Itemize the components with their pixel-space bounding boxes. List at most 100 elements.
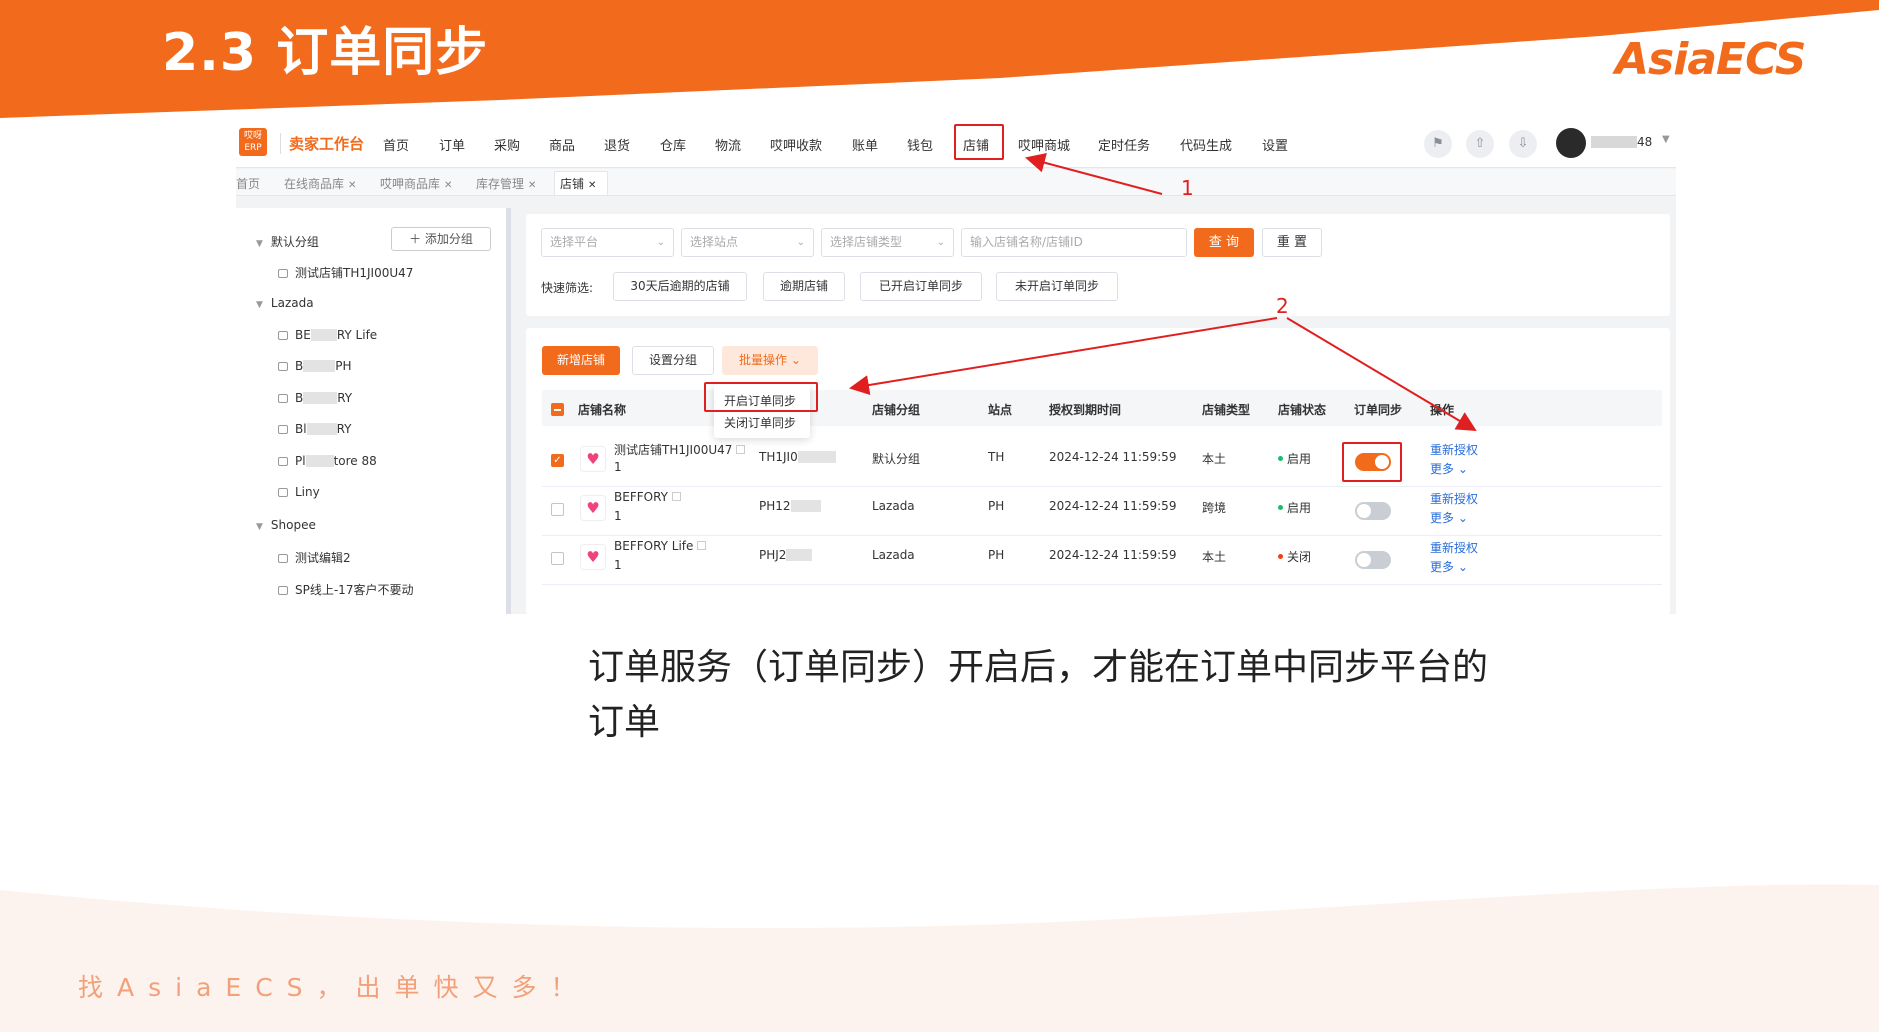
tree-item-shop[interactable]: Liny bbox=[278, 485, 320, 499]
chevron-down-icon: ⌄ bbox=[1457, 511, 1468, 525]
shop-name[interactable]: BEFFORY bbox=[614, 490, 681, 504]
tree-group-lazada[interactable]: ▼ Lazada bbox=[256, 296, 314, 310]
upload-icon[interactable]: ⇧ bbox=[1466, 130, 1494, 158]
tree-item-shop[interactable]: BE RY Life bbox=[278, 328, 377, 342]
nav-payment[interactable]: 哎呷收款 bbox=[770, 135, 822, 154]
download-icon[interactable]: ⇩ bbox=[1509, 130, 1537, 158]
tab-online-products[interactable]: 在线商品库 ✕ bbox=[284, 175, 356, 192]
close-icon[interactable]: ✕ bbox=[588, 180, 596, 191]
copy-icon[interactable] bbox=[671, 492, 681, 501]
caret-down-icon[interactable]: ▼ bbox=[256, 522, 263, 532]
sidebar-scrollbar[interactable] bbox=[506, 208, 511, 614]
tree-item-shop[interactable]: Bl RY bbox=[278, 422, 351, 436]
tree-group-default[interactable]: ▼ 默认分组 bbox=[256, 233, 319, 250]
quick-filter-expiring[interactable]: 30天后逾期的店铺 bbox=[613, 272, 747, 301]
group-label: 默认分组 bbox=[270, 235, 319, 249]
shop-type-select[interactable]: 选择店铺类型 ⌄ bbox=[821, 228, 954, 257]
shop-site: PH bbox=[988, 499, 1005, 513]
search-input[interactable]: 输入店铺名称/店铺ID bbox=[961, 228, 1187, 257]
row-checkbox[interactable] bbox=[551, 503, 564, 516]
tree-item-shop[interactable]: B RY bbox=[278, 391, 352, 405]
copy-icon[interactable] bbox=[736, 445, 746, 454]
toggle-knob bbox=[1357, 504, 1371, 518]
nav-home[interactable]: 首页 bbox=[383, 135, 409, 154]
close-icon[interactable]: ✕ bbox=[444, 180, 452, 191]
quick-filter-label: 快速筛选: bbox=[541, 281, 594, 295]
shop-label-b: PH bbox=[335, 359, 352, 373]
nav-bills[interactable]: 账单 bbox=[852, 135, 878, 154]
tree-item-shop[interactable]: SP线上-17客户不要动 bbox=[278, 581, 413, 598]
quick-filter-sync-on[interactable]: 已开启订单同步 bbox=[860, 272, 982, 301]
order-sync-toggle[interactable] bbox=[1355, 502, 1391, 520]
avatar[interactable] bbox=[1556, 128, 1586, 158]
nav-warehouse[interactable]: 仓库 bbox=[660, 135, 686, 154]
row-checkbox[interactable] bbox=[551, 552, 564, 565]
reauthorize-link[interactable]: 重新授权 bbox=[1430, 490, 1478, 507]
nav-returns[interactable]: 退货 bbox=[604, 135, 630, 154]
nav-wallet[interactable]: 钱包 bbox=[907, 135, 933, 154]
nav-logistics[interactable]: 物流 bbox=[715, 135, 741, 154]
shop-type-placeholder: 选择店铺类型 bbox=[830, 235, 903, 249]
redaction bbox=[310, 329, 337, 341]
reset-button[interactable]: 重 置 bbox=[1262, 228, 1322, 257]
nav-scheduled-tasks[interactable]: 定时任务 bbox=[1098, 135, 1150, 154]
tab-home[interactable]: 首页 bbox=[236, 175, 260, 192]
slide: 2.3 订单同步 AsiaECS 找AsiaECS，出单快又多！ 订单服务（订单… bbox=[0, 0, 1879, 1032]
shop-status: 关闭 bbox=[1278, 548, 1311, 565]
platform-select[interactable]: 选择平台 ⌄ bbox=[541, 228, 674, 257]
set-group-button[interactable]: 设置分组 bbox=[632, 346, 714, 375]
select-all-checkbox[interactable] bbox=[551, 403, 564, 416]
megaphone-icon[interactable]: ⚑ bbox=[1424, 130, 1452, 158]
tab-label: 店铺 bbox=[560, 177, 585, 191]
add-group-label: 添加分组 bbox=[424, 232, 473, 246]
quick-filter-sync-off[interactable]: 未开启订单同步 bbox=[996, 272, 1118, 301]
more-link[interactable]: 更多 ⌄ bbox=[1430, 558, 1468, 575]
quick-filter-expired[interactable]: 逾期店铺 bbox=[763, 272, 845, 301]
add-group-button[interactable]: ＋ 添加分组 bbox=[391, 227, 491, 251]
copy-icon[interactable] bbox=[697, 541, 707, 550]
reauthorize-link[interactable]: 重新授权 bbox=[1430, 539, 1478, 556]
nav-settings[interactable]: 设置 bbox=[1262, 135, 1288, 154]
shop-label-a: BE bbox=[295, 328, 311, 342]
reauthorize-link[interactable]: 重新授权 bbox=[1430, 441, 1478, 458]
close-icon[interactable]: ✕ bbox=[528, 180, 536, 191]
username-suffix[interactable]: 48 bbox=[1637, 135, 1652, 149]
site-select[interactable]: 选择站点 ⌄ bbox=[681, 228, 814, 257]
more-link[interactable]: 更多 ⌄ bbox=[1430, 460, 1468, 477]
caret-down-icon[interactable]: ▼ bbox=[256, 300, 263, 310]
tab-inventory[interactable]: 库存管理 ✕ bbox=[476, 175, 536, 192]
nav-mall[interactable]: 哎呷商城 bbox=[1018, 135, 1070, 154]
shop-label: 测试店铺TH1JI00U47 bbox=[295, 266, 414, 280]
row-checkbox[interactable]: ✓ bbox=[551, 454, 564, 467]
batch-operation-button[interactable]: 批量操作 ⌄ bbox=[722, 346, 818, 375]
redaction bbox=[306, 423, 337, 435]
nav-purchase[interactable]: 采购 bbox=[494, 135, 520, 154]
group-label: Lazada bbox=[270, 296, 314, 310]
row-divider bbox=[542, 535, 1662, 536]
close-icon[interactable]: ✕ bbox=[348, 180, 356, 191]
add-shop-button[interactable]: 新增店铺 bbox=[542, 346, 620, 375]
caret-down-icon[interactable]: ▼ bbox=[256, 239, 263, 249]
tree-item-shop[interactable]: 测试编辑2 bbox=[278, 549, 351, 566]
chevron-down-icon[interactable]: ▼ bbox=[1662, 134, 1670, 145]
order-sync-toggle[interactable] bbox=[1355, 551, 1391, 569]
shop-name[interactable]: 测试店铺TH1JI00U47 bbox=[614, 441, 746, 458]
expire-time: 2024-12-24 11:59:59 bbox=[1049, 548, 1177, 562]
shop-label-a: Bl bbox=[295, 422, 307, 436]
tab-mall-products[interactable]: 哎呷商品库 ✕ bbox=[380, 175, 452, 192]
shop-name-text: BEFFORY bbox=[614, 490, 668, 504]
nav-products[interactable]: 商品 bbox=[549, 135, 575, 154]
th-group: 店铺分组 bbox=[872, 403, 921, 417]
nav-orders[interactable]: 订单 bbox=[439, 135, 465, 154]
shop-label-b: RY bbox=[337, 391, 353, 405]
nav-code-gen[interactable]: 代码生成 bbox=[1180, 135, 1232, 154]
query-button[interactable]: 查 询 bbox=[1194, 228, 1254, 257]
tree-item-shop[interactable]: 测试店铺TH1JI00U47 bbox=[278, 264, 413, 281]
more-link[interactable]: 更多 ⌄ bbox=[1430, 509, 1468, 526]
tree-item-shop[interactable]: B PH bbox=[278, 359, 352, 373]
tree-group-shopee[interactable]: ▼ Shopee bbox=[256, 518, 316, 532]
menu-disable-order-sync[interactable]: 关闭订单同步 bbox=[724, 414, 796, 431]
shop-name[interactable]: BEFFORY Life bbox=[614, 539, 707, 553]
tree-item-shop[interactable]: Pl tore 88 bbox=[278, 454, 377, 468]
tab-shops[interactable]: 店铺 ✕ bbox=[560, 175, 596, 192]
